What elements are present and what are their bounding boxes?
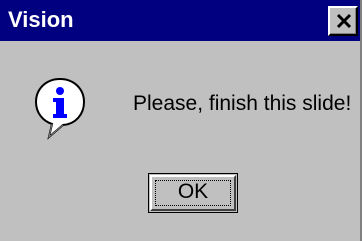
dialog-message: Please, finish this slide! bbox=[133, 92, 352, 115]
close-button[interactable] bbox=[328, 6, 358, 36]
title-bar[interactable]: Vision bbox=[0, 0, 360, 41]
information-icon bbox=[34, 77, 86, 140]
close-icon bbox=[336, 13, 352, 29]
ok-button[interactable]: OK bbox=[148, 173, 238, 213]
ok-button-label: OK bbox=[177, 180, 209, 203]
message-dialog: Vision Please, finish this slide! OK bbox=[0, 0, 362, 241]
window-title: Vision bbox=[8, 7, 74, 32]
